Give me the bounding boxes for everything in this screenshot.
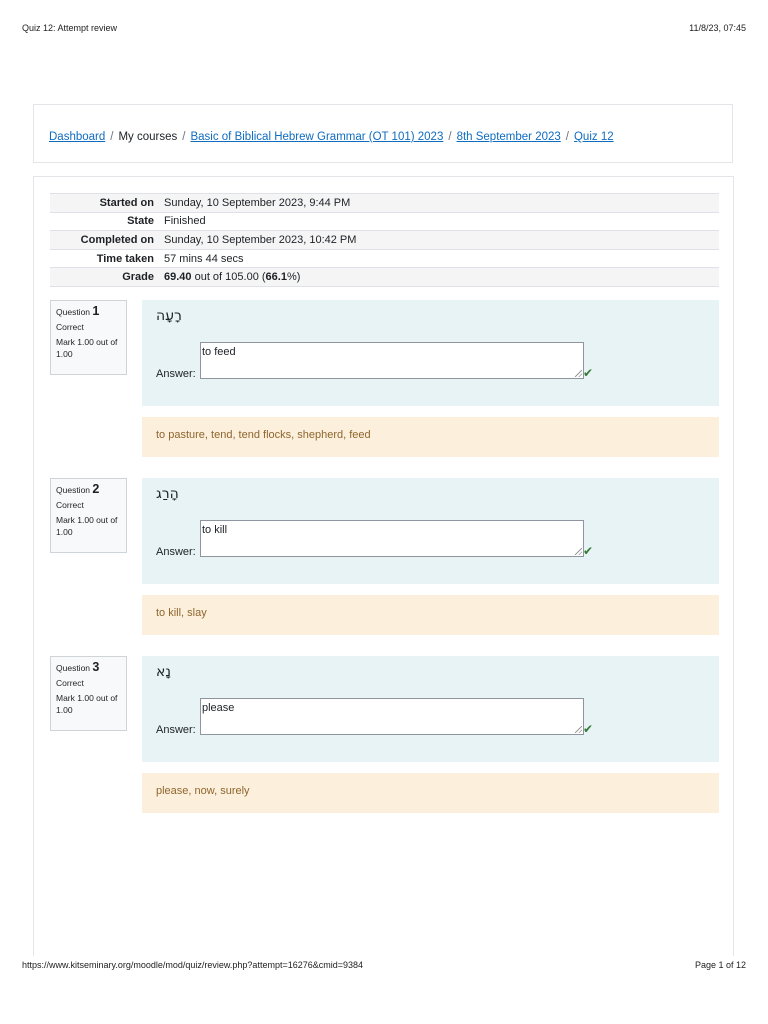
question-number: 3 bbox=[92, 660, 100, 674]
summary-label: Completed on bbox=[50, 230, 159, 250]
print-title: Quiz 12: Attempt review bbox=[22, 23, 118, 33]
summary-label: Started on bbox=[50, 193, 159, 213]
answer-label: Answer: bbox=[156, 724, 196, 736]
question-label: Question bbox=[56, 663, 91, 673]
check-icon: ✔ bbox=[583, 544, 594, 558]
grade-score: 69.40 bbox=[164, 271, 192, 284]
print-datetime: 11/8/23, 07:45 bbox=[689, 23, 746, 33]
breadcrumb: Dashboard / My courses / Basic of Biblical H… bbox=[49, 131, 614, 143]
question-mark: Mark 1.00 out of 1.00 bbox=[56, 693, 118, 715]
question-status: Correct bbox=[56, 322, 84, 332]
summary-row-state: State Finished bbox=[50, 211, 719, 231]
right-answer-text: please, now, surely bbox=[156, 785, 250, 797]
question-formulation-1: רָעָה Answer: to feed ✔ bbox=[142, 300, 719, 406]
breadcrumb-separator: / bbox=[110, 131, 114, 143]
breadcrumb-separator: / bbox=[565, 131, 569, 143]
breadcrumb-my-courses: My courses bbox=[118, 131, 178, 143]
answer-value: to kill bbox=[202, 524, 228, 536]
question-feedback-3: please, now, surely bbox=[142, 773, 719, 813]
summary-value: Finished bbox=[159, 211, 719, 231]
question-label: Question bbox=[56, 307, 91, 317]
question-text: רָעָה bbox=[156, 308, 182, 324]
breadcrumb-separator: / bbox=[448, 131, 452, 143]
question-feedback-1: to pasture, tend, tend flocks, shepherd,… bbox=[142, 417, 719, 457]
breadcrumb-container: Dashboard / My courses / Basic of Biblical H… bbox=[33, 104, 733, 163]
resize-grip-icon[interactable] bbox=[575, 370, 582, 377]
summary-row-time-taken: Time taken 57 mins 44 secs bbox=[50, 248, 719, 268]
answer-value: to feed bbox=[202, 346, 236, 358]
summary-label: Time taken bbox=[50, 248, 159, 268]
question-number: 1 bbox=[92, 304, 100, 318]
question-info-1: Question 1 Correct Mark 1.00 out of 1.00 bbox=[50, 300, 127, 375]
grade-percent-suffix: %) bbox=[286, 271, 301, 284]
summary-value: 57 mins 44 secs bbox=[159, 248, 719, 268]
print-page-number: Page 1 of 12 bbox=[694, 960, 746, 970]
review-content: Started on Sunday, 10 September 2023, 9:… bbox=[33, 176, 734, 956]
print-header: Quiz 12: Attempt review 11/8/23, 07:45 bbox=[22, 23, 746, 33]
summary-value: Sunday, 10 September 2023, 9:44 PM bbox=[159, 193, 719, 213]
question-info-2: Question 2 Correct Mark 1.00 out of 1.00 bbox=[50, 478, 127, 553]
summary-label: Grade bbox=[50, 267, 159, 287]
grade-value: 69.40 out of 105.00 (66.1%) bbox=[159, 267, 719, 287]
summary-row-grade: Grade 69.40 out of 105.00 (66.1%) bbox=[50, 267, 719, 287]
question-formulation-2: הָרַג Answer: to kill ✔ bbox=[142, 478, 719, 584]
question-status: Correct bbox=[56, 678, 84, 688]
summary-value: Sunday, 10 September 2023, 10:42 PM bbox=[159, 230, 719, 250]
question-text: נָא bbox=[156, 664, 171, 680]
question-label: Question bbox=[56, 485, 91, 495]
breadcrumb-dashboard[interactable]: Dashboard bbox=[49, 131, 105, 143]
breadcrumb-section[interactable]: 8th September 2023 bbox=[457, 131, 561, 143]
answer-field[interactable]: to kill bbox=[200, 520, 584, 557]
answer-field[interactable]: to feed bbox=[200, 342, 584, 379]
answer-value: please bbox=[202, 702, 235, 714]
print-url: https://www.kitseminary.org/moodle/mod/q… bbox=[22, 960, 364, 970]
check-icon: ✔ bbox=[583, 722, 594, 736]
check-icon: ✔ bbox=[583, 366, 594, 380]
question-status: Correct bbox=[56, 500, 84, 510]
right-answer-text: to pasture, tend, tend flocks, shepherd,… bbox=[156, 429, 371, 441]
summary-row-started: Started on Sunday, 10 September 2023, 9:… bbox=[50, 193, 719, 213]
attempt-summary-table: Started on Sunday, 10 September 2023, 9:… bbox=[50, 193, 719, 287]
breadcrumb-separator: / bbox=[182, 131, 186, 143]
answer-label: Answer: bbox=[156, 546, 196, 558]
question-formulation-3: נָא Answer: please ✔ bbox=[142, 656, 719, 762]
resize-grip-icon[interactable] bbox=[575, 726, 582, 733]
question-mark: Mark 1.00 out of 1.00 bbox=[56, 515, 118, 537]
question-number: 2 bbox=[92, 482, 100, 496]
summary-row-completed: Completed on Sunday, 10 September 2023, … bbox=[50, 230, 719, 250]
question-mark: Mark 1.00 out of 1.00 bbox=[56, 337, 118, 359]
question-feedback-2: to kill, slay bbox=[142, 595, 719, 635]
question-info-3: Question 3 Correct Mark 1.00 out of 1.00 bbox=[50, 656, 127, 731]
grade-percent: 66.1 bbox=[265, 271, 287, 284]
answer-label: Answer: bbox=[156, 368, 196, 380]
resize-grip-icon[interactable] bbox=[575, 548, 582, 555]
answer-field[interactable]: please bbox=[200, 698, 584, 735]
print-footer: https://www.kitseminary.org/moodle/mod/q… bbox=[22, 960, 746, 970]
summary-label: State bbox=[50, 211, 159, 231]
breadcrumb-quiz[interactable]: Quiz 12 bbox=[574, 131, 614, 143]
right-answer-text: to kill, slay bbox=[156, 607, 207, 619]
question-text: הָרַג bbox=[156, 486, 179, 502]
grade-out-of: out of 105.00 ( bbox=[191, 271, 266, 284]
breadcrumb-course[interactable]: Basic of Biblical Hebrew Grammar (OT 101… bbox=[190, 131, 443, 143]
